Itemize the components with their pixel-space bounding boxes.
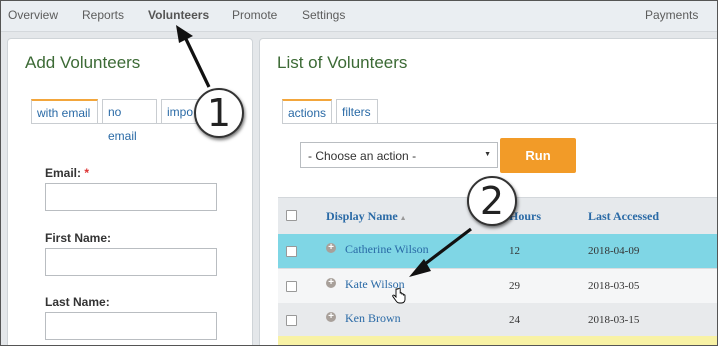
volunteer-last-accessed: 2018-03-15 [588,314,640,326]
volunteer-hours: 12 [509,245,520,257]
first-name-label: First Name: [45,231,112,245]
tab-actions[interactable]: actions [282,99,332,123]
expand-icon[interactable]: + [326,243,336,253]
table-row[interactable]: + Kate Wilson 29 2018-03-05 [278,269,717,304]
volunteer-last-accessed: 2018-03-05 [588,280,640,292]
nav-promote[interactable]: Promote [232,8,277,22]
run-button[interactable]: Run [500,138,576,173]
volunteer-hours: 24 [509,314,520,326]
nav-volunteers[interactable]: Volunteers [148,8,209,22]
column-display-name[interactable]: Display Name ▲ [326,209,407,224]
tab-filters[interactable]: filters [336,99,378,123]
callout-2-badge: 2 [467,176,517,226]
add-volunteers-panel: Add Volunteers with email no email impo … [7,38,253,345]
table-row[interactable]: + Ken Brown 24 2018-03-15 [278,303,717,338]
row-checkbox[interactable] [286,246,297,257]
select-all-checkbox[interactable] [286,210,297,221]
tab-with-email[interactable]: with email [31,99,98,123]
tab-divider [282,123,717,124]
expand-icon[interactable]: + [326,278,336,288]
chevron-down-icon: ▼ [484,151,491,158]
expand-icon[interactable]: + [326,312,336,322]
sort-up-icon: ▲ [399,214,407,222]
last-name-label: Last Name: [45,295,110,309]
email-label: Email: * [45,166,89,180]
nav-reports[interactable]: Reports [82,8,124,22]
volunteer-name-link[interactable]: Catherine Wilson [345,242,429,257]
email-label-text: Email: [45,166,82,180]
tab-no-email[interactable]: no email [102,99,157,143]
app-frame: Overview Reports Volunteers Promote Sett… [0,0,718,346]
row-checkbox[interactable] [286,281,297,292]
volunteer-hours: 29 [509,280,520,292]
column-display-name-label: Display Name [326,209,398,223]
table-row[interactable]: + Catherine Wilson 12 2018-04-09 [278,234,717,269]
volunteer-name-link[interactable]: Ken Brown [345,311,401,326]
top-nav: Overview Reports Volunteers Promote Sett… [1,1,717,32]
required-mark: * [84,166,90,180]
table-row-partial [278,336,717,345]
first-name-field[interactable] [45,248,217,276]
action-select[interactable]: - Choose an action - ▼ [300,142,498,168]
last-name-field[interactable] [45,312,217,340]
volunteer-last-accessed: 2018-04-09 [588,245,640,257]
action-select-value: - Choose an action - [308,149,417,163]
nav-payments[interactable]: Payments [645,8,698,22]
column-last-accessed[interactable]: Last Accessed [588,209,659,224]
nav-settings[interactable]: Settings [302,8,345,22]
email-field[interactable] [45,183,217,211]
nav-overview[interactable]: Overview [8,8,58,22]
hand-cursor-icon [392,288,406,304]
callout-1-badge: 1 [194,88,244,138]
row-checkbox[interactable] [286,315,297,326]
add-volunteers-title: Add Volunteers [25,53,141,72]
list-volunteers-title: List of Volunteers [277,53,408,72]
